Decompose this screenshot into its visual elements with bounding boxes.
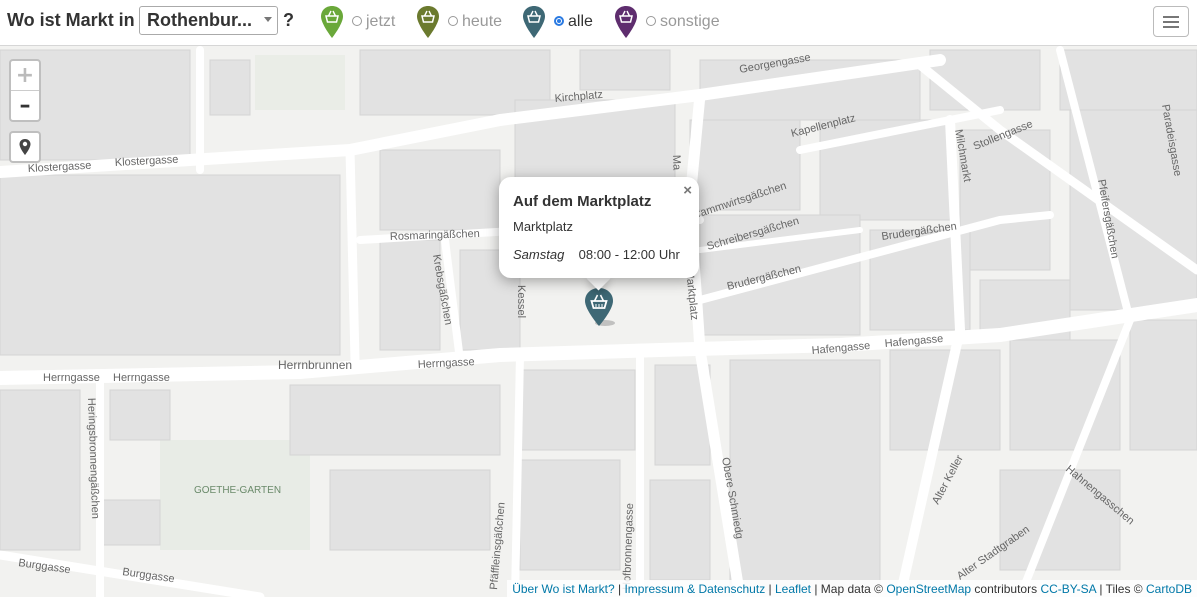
city-select[interactable]: Rothenbur...: [139, 6, 278, 35]
filter-alle[interactable]: alle: [522, 5, 602, 41]
city-select-value: Rothenbur...: [147, 10, 252, 30]
radio-sonstige[interactable]: [646, 16, 656, 26]
hamburger-line: [1163, 26, 1179, 28]
location-pin-icon: [19, 139, 31, 155]
market-marker[interactable]: [583, 287, 615, 327]
street-label: Herrngasse: [43, 372, 100, 384]
zoom-in-button[interactable]: +: [11, 61, 39, 91]
street-label: Herrnbrunnen: [278, 358, 352, 372]
impressum-link[interactable]: Impressum & Datenschutz: [624, 582, 765, 596]
filter-label-sonstige: sonstige: [660, 13, 720, 30]
popup-day: Samstag: [513, 247, 565, 262]
popup-title: Auf dem Marktplatz: [513, 193, 652, 210]
filter-label-jetzt: jetzt: [366, 13, 396, 30]
leaflet-link[interactable]: Leaflet: [775, 582, 811, 596]
osm-link[interactable]: OpenStreetMap: [886, 582, 971, 596]
attribution-text: contributors: [971, 582, 1041, 596]
street-label: Ma: [670, 155, 683, 172]
filter-jetzt[interactable]: jetzt: [320, 5, 400, 41]
map-attribution: Über Wo ist Markt? | Impressum & Datensc…: [507, 580, 1197, 597]
filter-heute[interactable]: heute: [416, 5, 506, 41]
street-label: Kessel: [515, 285, 527, 318]
about-link[interactable]: Über Wo ist Markt?: [512, 582, 614, 596]
market-basket-pin-icon: [321, 6, 343, 38]
locate-button[interactable]: [9, 131, 41, 163]
map-area-label: GOETHE-GARTEN: [194, 485, 281, 496]
hamburger-line: [1163, 21, 1179, 23]
license-link[interactable]: CC-BY-SA: [1040, 582, 1096, 596]
street-label: Herrngasse: [113, 372, 170, 384]
separator: |: [765, 582, 775, 596]
cartodb-link[interactable]: CartoDB: [1146, 582, 1192, 596]
popup-location: Marktplatz: [513, 219, 573, 234]
chevron-down-icon: [264, 17, 272, 22]
radio-jetzt[interactable]: [352, 16, 362, 26]
market-basket-pin-icon: [417, 6, 439, 38]
attribution-text: | Map data ©: [811, 582, 887, 596]
radio-alle[interactable]: [554, 16, 564, 26]
popup-close-button[interactable]: ×: [683, 182, 692, 199]
filter-label-heute: heute: [462, 13, 503, 30]
market-popup: × Auf dem Marktplatz Marktplatz Samstag …: [499, 177, 699, 278]
hamburger-menu-button[interactable]: [1153, 6, 1189, 37]
popup-hours: 08:00 - 12:00 Uhr: [578, 247, 680, 262]
filter-label-alle: alle: [568, 13, 593, 30]
filter-sonstige[interactable]: sonstige: [614, 5, 724, 41]
page-title: Wo ist Markt in: [7, 10, 135, 30]
market-basket-pin-icon: [523, 6, 545, 38]
popup-opening-hours: Samstag 08:00 - 12:00 Uhr: [513, 247, 685, 262]
zoom-out-button[interactable]: –: [11, 91, 39, 120]
attribution-text: | Tiles ©: [1096, 582, 1146, 596]
question-mark: ?: [283, 10, 294, 30]
zoom-control: + –: [9, 59, 41, 122]
radio-heute[interactable]: [448, 16, 458, 26]
hamburger-line: [1163, 16, 1179, 18]
separator: |: [614, 582, 625, 596]
market-basket-pin-icon: [615, 6, 637, 38]
top-bar: Wo ist Markt in Rothenbur... ? jetzt heu…: [0, 0, 1197, 46]
